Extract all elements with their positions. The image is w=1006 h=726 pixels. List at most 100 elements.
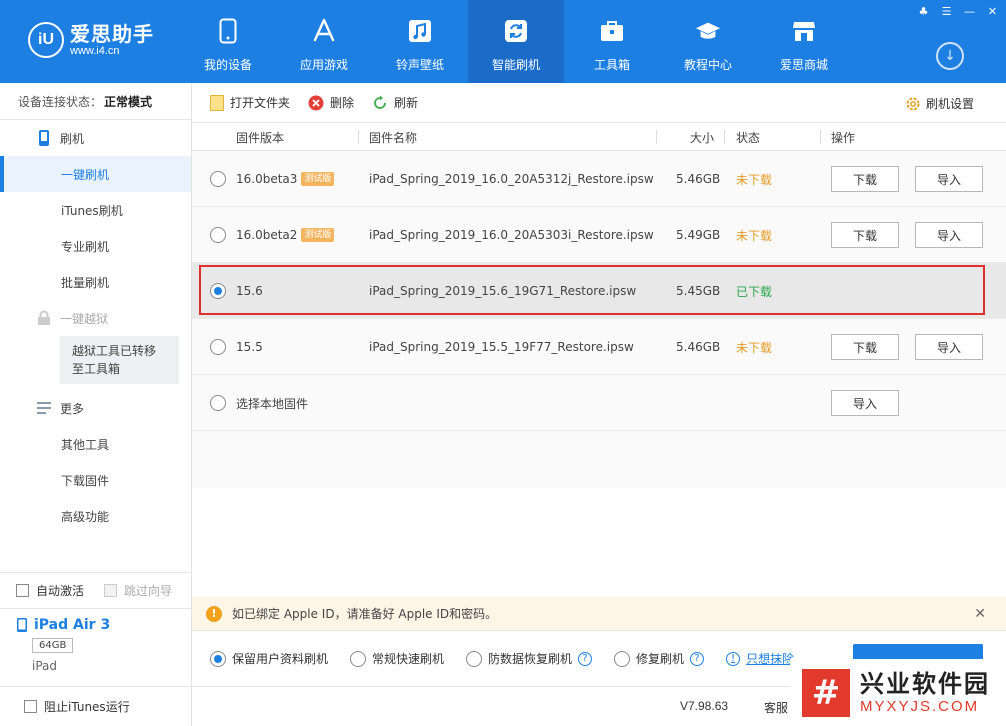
device-status: 设备连接状态： 正常模式 — [0, 83, 191, 120]
mode-keep-data[interactable]: 保留用户资料刷机 — [210, 650, 328, 667]
nav-tutorial-center[interactable]: 教程中心 — [660, 0, 756, 83]
nav-ringtones-wallpapers[interactable]: 铃声壁纸 — [372, 0, 468, 83]
download-button[interactable]: 下载 — [831, 222, 899, 248]
brand-url: www.i4.cn — [70, 44, 120, 57]
device-type: iPad — [32, 659, 58, 673]
jailbreak-moved-note: 越狱工具已转移至工具箱 — [60, 336, 179, 384]
import-button[interactable]: 导入 — [915, 222, 983, 248]
sidebar-item-itunes-flash[interactable]: iTunes刷机 — [0, 192, 191, 228]
tablet-icon — [17, 618, 27, 632]
toolbar: 打开文件夹 删除 刷新 刷机设置 — [192, 83, 1006, 123]
header-version: 固件版本 — [236, 130, 285, 145]
firmware-version: 15.5 — [236, 340, 263, 354]
table-row[interactable]: 15.5 iPad_Spring_2019_15.5_19F77_Restore… — [192, 319, 1006, 375]
list-icon — [36, 402, 52, 414]
firmware-status: 未下载 — [736, 340, 773, 355]
music-icon — [407, 18, 433, 44]
local-firmware-radio[interactable] — [210, 395, 226, 411]
sidebar-item-batch-flash[interactable]: 批量刷机 — [0, 264, 191, 300]
download-button[interactable]: 下载 — [831, 166, 899, 192]
sidebar-bottom: 自动激活 跳过向导 iPad Air 3 64GB iPad — [0, 572, 191, 688]
mode-repair[interactable]: 修复刷机 ? — [614, 650, 705, 667]
sidebar-item-one-click-flash[interactable]: 一键刷机 — [0, 156, 191, 192]
gear-icon — [905, 96, 921, 112]
help-icon[interactable]: ? — [690, 651, 705, 666]
firmware-name: iPad_Spring_2019_15.6_19G71_Restore.ipsw — [369, 284, 637, 298]
table-row[interactable]: 16.0beta3 测试版 iPad_Spring_2019_16.0_20A5… — [192, 151, 1006, 207]
mode-quick[interactable]: 常规快速刷机 — [350, 650, 444, 667]
menu-icon[interactable]: ☰ — [939, 5, 954, 18]
firmware-radio[interactable] — [210, 171, 226, 187]
firmware-version: 15.6 — [236, 284, 263, 298]
sidebar-section-more: 更多 — [0, 390, 191, 426]
close-icon[interactable]: ✕ — [985, 5, 1000, 18]
table-row[interactable]: 16.0beta2 测试版 iPad_Spring_2019_16.0_20A5… — [192, 207, 1006, 263]
customer-service-link[interactable]: 客服 — [764, 699, 788, 716]
mode-anti-recovery-radio[interactable] — [466, 650, 483, 667]
erase-only-link[interactable]: ! 只想抹除 — [726, 650, 794, 667]
phone-icon — [215, 18, 241, 44]
refresh-button[interactable]: 刷新 — [372, 94, 418, 111]
flash-settings-button[interactable]: 刷机设置 — [905, 95, 974, 112]
notice-close-icon[interactable]: ✕ — [974, 606, 986, 622]
refresh-icon — [503, 18, 529, 44]
firmware-name: iPad_Spring_2019_16.0_20A5312j_Restore.i… — [369, 172, 654, 186]
firmware-size: 5.46GB — [676, 172, 721, 186]
import-button[interactable]: 导入 — [915, 166, 983, 192]
skin-icon[interactable]: ♣ — [916, 5, 931, 18]
local-firmware-row[interactable]: 选择本地固件 导入 — [192, 375, 1006, 431]
download-button[interactable]: 下载 — [831, 334, 899, 360]
folder-icon — [210, 94, 224, 111]
header-size: 大小 — [690, 130, 715, 145]
auto-activate-row: 自动激活 跳过向导 — [0, 572, 191, 608]
nav-smart-flash[interactable]: 智能刷机 — [468, 0, 564, 83]
apple-id-notice: ! 如已绑定 Apple ID，请准备好 Apple ID和密码。 ✕ — [192, 597, 1006, 630]
firmware-radio[interactable] — [210, 227, 226, 243]
notice-text: 如已绑定 Apple ID，请准备好 Apple ID和密码。 — [232, 607, 498, 621]
firmware-radio-checked[interactable] — [210, 283, 226, 299]
sidebar-section-flash: 刷机 — [0, 120, 191, 156]
nav-toolbox[interactable]: 工具箱 — [564, 0, 660, 83]
skip-guide-checkbox[interactable] — [104, 584, 118, 597]
mode-anti-recovery[interactable]: 防数据恢复刷机 ? — [466, 650, 593, 667]
brand: iU 爱思助手 www.i4.cn — [28, 22, 154, 58]
empty-area — [192, 431, 1006, 488]
firmware-status: 已下载 — [736, 284, 773, 299]
sidebar-item-advanced[interactable]: 高级功能 — [0, 498, 191, 534]
nav-my-device[interactable]: 我的设备 — [180, 0, 276, 83]
mode-keep-data-radio[interactable] — [210, 650, 226, 667]
mode-repair-radio[interactable] — [614, 650, 631, 667]
sidebar-item-pro-flash[interactable]: 专业刷机 — [0, 228, 191, 264]
main-nav: 我的设备 应用游戏 铃声壁纸 智能刷机 工具箱 教程中心 爱思商城 — [180, 0, 852, 83]
header-action: 操作 — [831, 130, 856, 145]
sidebar-item-download-firmware[interactable]: 下载固件 — [0, 462, 191, 498]
window-controls: ♣ ☰ — ✕ — [916, 5, 1000, 18]
lock-icon — [36, 310, 52, 326]
table-row-selected[interactable]: 15.6 iPad_Spring_2019_15.6_19G71_Restore… — [192, 263, 1006, 319]
block-itunes-checkbox[interactable] — [24, 700, 37, 713]
nav-apps-games[interactable]: 应用游戏 — [276, 0, 372, 83]
header-status: 状态 — [736, 130, 761, 145]
device-capacity: 64GB — [32, 638, 74, 653]
delete-button[interactable]: 删除 — [308, 94, 354, 111]
site-watermark: # 兴业软件园 MYXYJS.COM — [790, 659, 1006, 726]
graduation-cap-icon — [695, 18, 721, 44]
firmware-name: iPad_Spring_2019_16.0_20A5303i_Restore.i… — [369, 228, 654, 242]
firmware-size: 5.49GB — [676, 228, 721, 242]
download-manager-icon[interactable]: ↓ — [936, 42, 964, 70]
sidebar-item-other-tools[interactable]: 其他工具 — [0, 426, 191, 462]
local-import-button[interactable]: 导入 — [831, 390, 899, 416]
help-icon[interactable]: ? — [578, 651, 593, 666]
auto-activate-checkbox[interactable] — [16, 584, 29, 597]
firmware-radio[interactable] — [210, 339, 226, 355]
device-info: iPad Air 3 64GB iPad — [0, 608, 191, 688]
import-button[interactable]: 导入 — [915, 334, 983, 360]
info-icon: ! — [726, 651, 741, 666]
firmware-status: 未下载 — [736, 228, 773, 243]
open-folder-button[interactable]: 打开文件夹 — [210, 94, 290, 111]
nav-shop[interactable]: 爱思商城 — [756, 0, 852, 83]
watermark-logo-icon: # — [802, 668, 850, 717]
local-firmware-label: 选择本地固件 — [236, 396, 309, 411]
mode-quick-radio[interactable] — [350, 650, 367, 667]
minimize-icon[interactable]: — — [962, 5, 977, 18]
